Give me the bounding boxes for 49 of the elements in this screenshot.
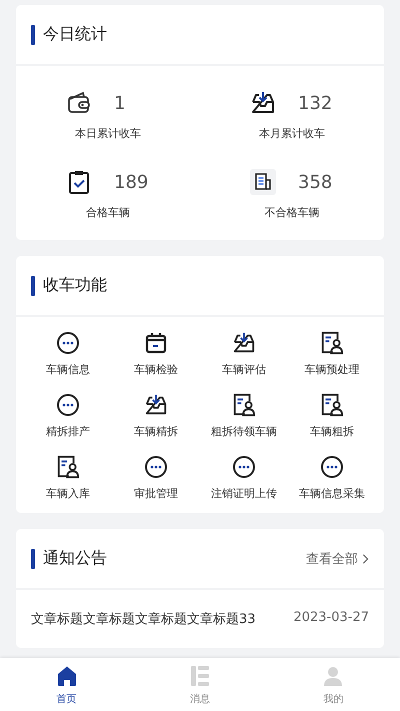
function-item[interactable]: 车辆评估 xyxy=(200,331,288,377)
stat-label: 本日累计收车 xyxy=(75,126,141,141)
function-item[interactable]: 车辆精拆 xyxy=(112,393,200,439)
stat-label: 不合格车辆 xyxy=(264,205,320,220)
tab-item[interactable]: 我的 xyxy=(266,658,400,711)
more-icon xyxy=(320,455,344,479)
section-title: 今日统计 xyxy=(43,24,107,45)
notice-date: 2023-03-27 xyxy=(293,610,369,627)
stat-value: 132 xyxy=(298,92,334,114)
document-icon xyxy=(250,169,276,195)
stat-value: 1 xyxy=(114,92,126,114)
function-item[interactable]: 车辆入库 xyxy=(24,455,112,501)
tab-item[interactable]: 首页 xyxy=(0,658,134,711)
clipboard-check-icon xyxy=(66,169,92,195)
function-item[interactable]: 车辆检验 xyxy=(112,331,200,377)
profile-document-icon xyxy=(320,331,344,355)
function-item[interactable]: 车辆信息 xyxy=(24,331,112,377)
function-item[interactable]: 精拆排产 xyxy=(24,393,112,439)
inbox-download-icon xyxy=(232,331,256,355)
stat-label: 本月累计收车 xyxy=(259,126,325,141)
tab-item[interactable]: 消息 xyxy=(133,658,267,711)
title-accent-bar xyxy=(31,548,35,568)
inbox-download-icon xyxy=(250,90,276,116)
profile-document-icon xyxy=(56,455,80,479)
function-item[interactable]: 审批管理 xyxy=(112,455,200,501)
stat-label: 合格车辆 xyxy=(86,205,130,220)
calendar-icon xyxy=(144,331,168,355)
inbox-download-icon xyxy=(144,393,168,417)
stat-value: 189 xyxy=(114,172,150,192)
stat-value: 358 xyxy=(298,172,334,192)
function-item[interactable]: 粗拆待领车辆 xyxy=(200,393,288,439)
function-item[interactable]: 车辆信息采集 xyxy=(288,455,376,501)
view-all-link[interactable]: 查看全部 xyxy=(306,550,369,568)
function-item[interactable]: 车辆预处理 xyxy=(288,331,376,377)
profile-document-icon xyxy=(232,393,256,417)
notice-title[interactable]: 文章标题文章标题文章标题文章标题33 xyxy=(31,610,256,628)
more-icon xyxy=(56,393,80,417)
more-icon xyxy=(56,331,80,355)
function-item[interactable]: 注销证明上传 xyxy=(200,455,288,501)
more-icon xyxy=(232,455,256,479)
title-accent-bar xyxy=(31,276,35,296)
title-accent-bar xyxy=(31,24,35,44)
section-title: 通知公告 xyxy=(43,548,107,569)
more-icon xyxy=(144,455,168,479)
section-title: 收车功能 xyxy=(43,275,107,296)
wallet-icon xyxy=(66,90,92,116)
profile-document-icon xyxy=(320,393,344,417)
function-item[interactable]: 车辆粗拆 xyxy=(288,393,376,439)
chevron-right-icon xyxy=(362,552,369,564)
